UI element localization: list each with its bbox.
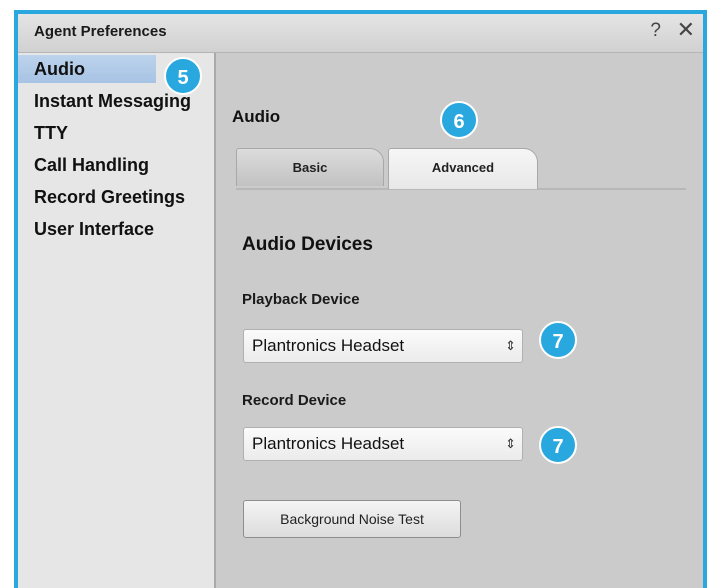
sidebar: Audio Instant Messaging TTY Call Handlin…	[18, 53, 216, 588]
playback-device-label: Playback Device	[242, 291, 360, 308]
background-noise-test-button[interactable]: Background Noise Test	[243, 500, 461, 538]
updown-arrows-icon: ⇕	[505, 338, 516, 353]
window-title: Agent Preferences	[34, 23, 167, 40]
callout-badge-sidebar: 5	[164, 57, 202, 95]
record-device-select[interactable]: Plantronics Headset ⇕	[243, 427, 523, 461]
tab-advanced[interactable]: Advanced	[388, 148, 538, 189]
sidebar-item-call-handling[interactable]: Call Handling	[18, 151, 208, 179]
callout-badge-tabs: 6	[440, 101, 478, 139]
tab-bar: Basic Advanced	[236, 148, 686, 190]
sidebar-item-record-greetings[interactable]: Record Greetings	[18, 183, 208, 211]
sidebar-item-audio[interactable]: Audio	[18, 55, 156, 83]
tab-basic[interactable]: Basic	[236, 148, 384, 186]
sidebar-item-user-interface[interactable]: User Interface	[18, 215, 208, 243]
audio-devices-heading: Audio Devices	[242, 234, 373, 255]
record-device-label: Record Device	[242, 392, 347, 409]
close-icon[interactable]: ✕	[677, 18, 695, 42]
help-icon[interactable]: ?	[650, 20, 661, 42]
callout-badge-playback: 7	[539, 321, 577, 359]
title-bar: Agent Preferences ? ✕	[18, 14, 703, 53]
agent-preferences-window: Agent Preferences ? ✕ Audio Instant Mess…	[14, 10, 707, 588]
updown-arrows-icon: ⇕	[505, 436, 516, 451]
callout-badge-record: 7	[539, 426, 577, 464]
record-device-value: Plantronics Headset	[252, 434, 405, 453]
section-title: Audio	[232, 107, 281, 126]
sidebar-item-tty[interactable]: TTY	[18, 119, 208, 147]
playback-device-value: Plantronics Headset	[252, 336, 405, 355]
playback-device-select[interactable]: Plantronics Headset ⇕	[243, 329, 523, 363]
